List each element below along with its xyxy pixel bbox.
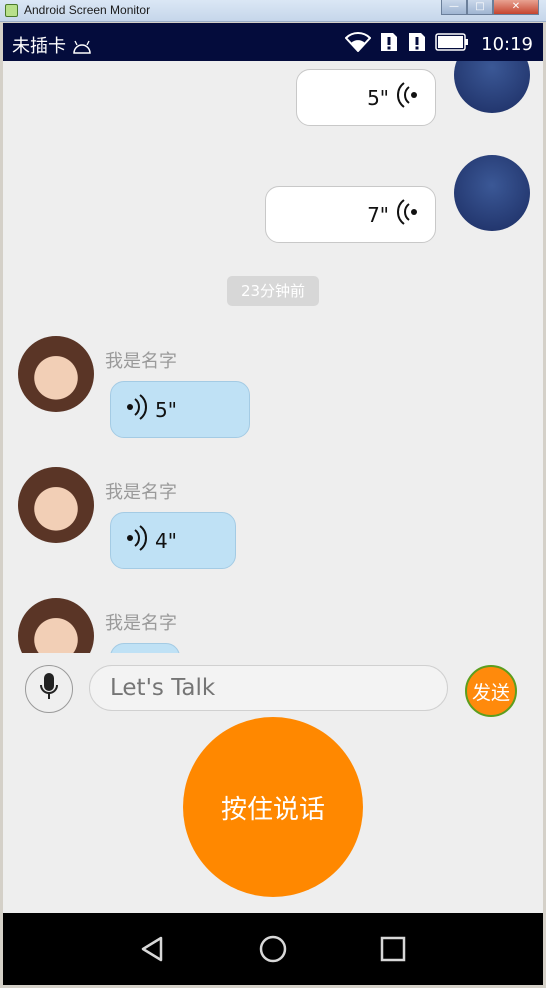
my-avatar[interactable] <box>454 61 530 113</box>
voice-duration: 4" <box>155 528 177 553</box>
my-avatar[interactable] <box>454 155 530 231</box>
android-monitor-icon <box>5 4 18 17</box>
sim-alert-icon-1 <box>379 31 399 57</box>
contact-name: 我是名字 <box>105 613 177 634</box>
outgoing-voice-message[interactable]: 7" <box>265 186 436 243</box>
message-input[interactable] <box>89 665 448 711</box>
contact-avatar[interactable] <box>18 598 94 653</box>
voice-wave-icon <box>125 524 147 557</box>
navigation-bar <box>3 913 543 985</box>
maximize-button[interactable]: □ <box>467 0 493 15</box>
chat-list[interactable]: 5" 7" 23分钟前 我是名字 5" 我是名字 4" 我是名字 <box>3 61 543 653</box>
emulator-window: Android Screen Monitor — □ ✕ 未插卡 10:19 5… <box>0 0 546 988</box>
microphone-icon <box>39 672 59 706</box>
voice-wave-icon <box>397 81 419 114</box>
incoming-voice-message[interactable] <box>110 643 180 653</box>
contact-avatar[interactable] <box>18 336 94 412</box>
clock: 10:19 <box>481 33 533 55</box>
back-icon[interactable] <box>139 935 167 967</box>
hold-to-talk-button[interactable]: 按住说话 <box>183 717 363 897</box>
home-icon[interactable] <box>258 935 288 967</box>
outgoing-voice-message[interactable]: 5" <box>296 69 436 126</box>
close-button[interactable]: ✕ <box>493 0 539 15</box>
sim-alert-icon-2 <box>407 31 427 57</box>
status-bar: 未插卡 10:19 <box>3 23 543 61</box>
android-icon <box>72 36 92 57</box>
contact-name: 我是名字 <box>105 351 177 372</box>
voice-duration: 5" <box>367 85 389 110</box>
minimize-button[interactable]: — <box>441 0 467 15</box>
carrier-label: 未插卡 <box>12 32 92 58</box>
carrier-text: 未插卡 <box>12 36 66 57</box>
input-bar: 发送 按住说话 <box>3 653 543 913</box>
incoming-voice-message[interactable]: 5" <box>110 381 250 438</box>
send-button[interactable]: 发送 <box>465 665 517 717</box>
incoming-voice-message[interactable]: 4" <box>110 512 236 569</box>
voice-toggle-button[interactable] <box>25 665 73 713</box>
voice-wave-icon <box>125 393 147 426</box>
window-title: Android Screen Monitor <box>24 3 151 17</box>
contact-avatar[interactable] <box>18 467 94 543</box>
recents-icon[interactable] <box>379 935 407 967</box>
contact-name: 我是名字 <box>105 482 177 503</box>
time-divider: 23分钟前 <box>227 276 319 306</box>
voice-duration: 7" <box>367 202 389 227</box>
voice-wave-icon <box>397 198 419 231</box>
window-titlebar: Android Screen Monitor — □ ✕ <box>0 0 546 22</box>
voice-duration: 5" <box>155 397 177 422</box>
battery-icon <box>435 33 469 55</box>
wifi-icon <box>344 32 372 56</box>
